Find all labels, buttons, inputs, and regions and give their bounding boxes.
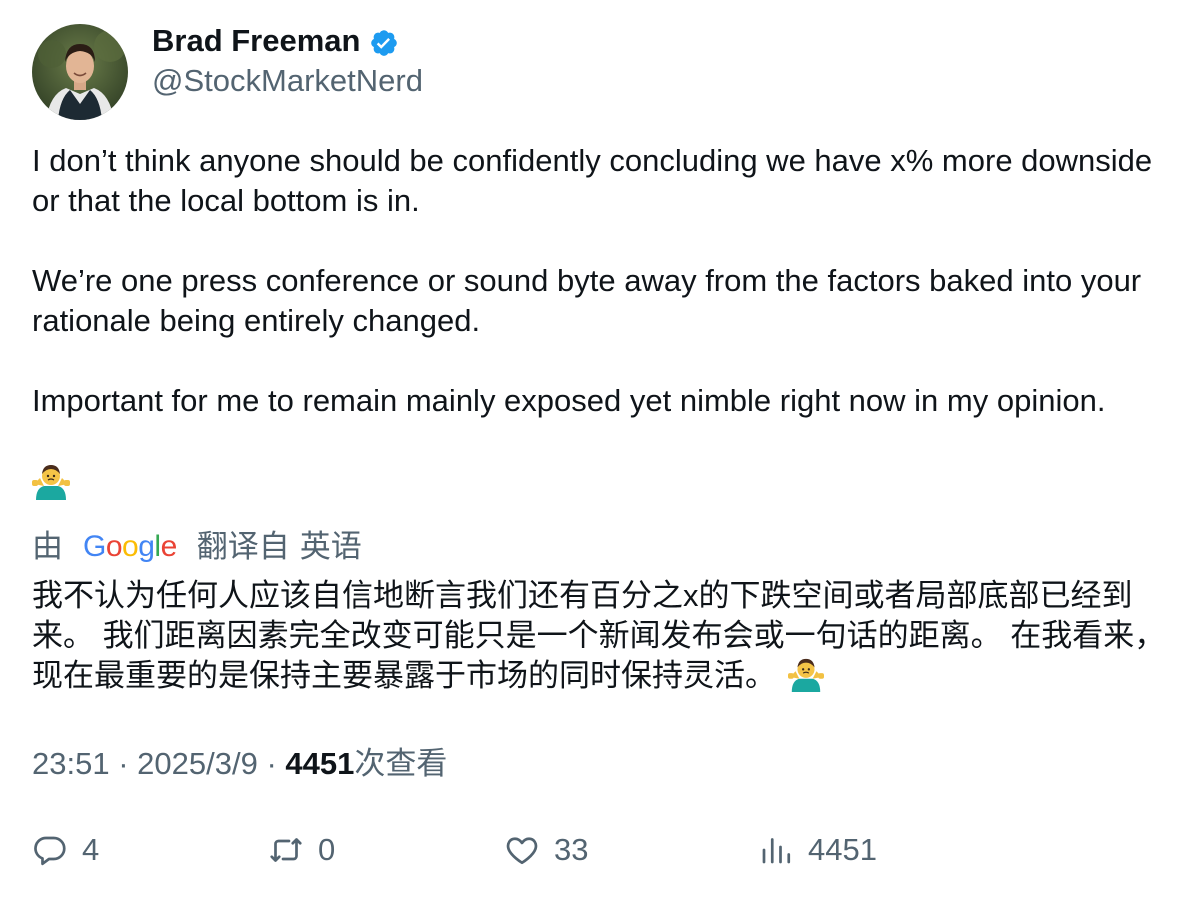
translation-suffix: 翻译自 — [196, 529, 290, 564]
repost-count: 0 — [318, 832, 336, 867]
tweet-card: Brad Freeman @StockMarketNerd I don’t th… — [0, 0, 1196, 898]
reply-button[interactable]: 4 — [32, 830, 99, 870]
person-shrugging-emoji-icon — [32, 465, 70, 500]
avatar[interactable] — [32, 24, 128, 120]
author-handle[interactable]: @StockMarketNerd — [152, 62, 423, 100]
author-name[interactable]: Brad Freeman — [152, 22, 360, 60]
views-count: 4451 — [285, 746, 355, 781]
author-name-row[interactable]: Brad Freeman — [152, 22, 399, 60]
reply-icon — [34, 836, 66, 866]
translation-attribution: 由 Google 翻译自 英语 — [32, 527, 362, 567]
translated-paragraph: 我不认为任何人应该自信地断言我们还有百分之x的下跌空间或者局部底部已经到来。 我… — [32, 578, 1166, 693]
tweet-paragraph: I don’t think anyone should be confident… — [32, 143, 1153, 218]
translation-source-language: 英语 — [299, 529, 362, 564]
views-action-count: 4451 — [808, 832, 877, 867]
tweet-action-bar: 4 0 33 4451 — [32, 830, 1172, 874]
tweet-paragraph: Important for me to remain mainly expose… — [32, 383, 1106, 418]
meta-separator: · — [266, 746, 277, 781]
meta-separator: · — [118, 746, 129, 781]
repost-button[interactable]: 0 — [268, 830, 335, 870]
analytics-bar-chart-icon — [762, 838, 791, 864]
like-button[interactable]: 33 — [504, 830, 588, 870]
verified-badge-icon — [371, 29, 398, 56]
reply-count: 4 — [82, 832, 100, 867]
tweet-date[interactable]: 2025/3/9 — [137, 746, 258, 781]
tweet-paragraph: We’re one press conference or sound byte… — [32, 263, 1142, 338]
views-label: 次查看 — [354, 746, 448, 781]
heart-icon — [506, 837, 538, 865]
tweet-time[interactable]: 23:51 — [32, 746, 110, 781]
views-button[interactable]: 4451 — [758, 830, 877, 870]
translated-text: 我不认为任何人应该自信地断言我们还有百分之x的下跌空间或者局部底部已经到来。 我… — [32, 576, 1172, 696]
google-logo: Google — [83, 530, 177, 563]
like-count: 33 — [554, 832, 589, 867]
tweet-meta: 23:51 · 2025/3/9 · 4451次查看 — [32, 744, 447, 784]
person-shrugging-emoji-icon — [788, 658, 824, 693]
repost-icon — [270, 838, 302, 862]
tweet-text: I don’t think anyone should be confident… — [32, 141, 1172, 421]
translation-prefix: 由 — [32, 529, 63, 564]
